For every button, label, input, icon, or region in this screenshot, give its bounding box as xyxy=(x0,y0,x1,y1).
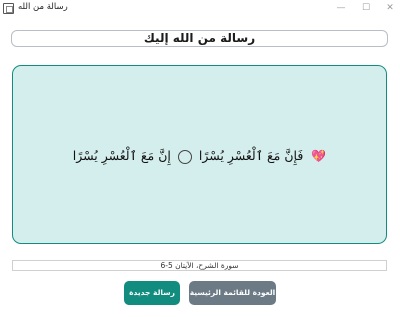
maximize-button[interactable]: ☐ xyxy=(358,1,374,15)
verse-text: 💖 فَإِنَّ مَعَ ٱلْعُسْرِ يُسْرًا إِنَّ م… xyxy=(13,145,386,167)
verse-source: سورة الشرح، الآيتان 5-6 xyxy=(160,261,239,270)
app-icon xyxy=(3,3,14,14)
header-box: رسالة من الله إليك xyxy=(11,30,388,47)
heart-icon: 💖 xyxy=(311,149,327,163)
new-message-button[interactable]: رسالة جديدة xyxy=(124,281,180,305)
app-window: رسالة من الله — ☐ ✕ رسالة من الله إليك 💖… xyxy=(0,0,400,317)
verse-part-2: إِنَّ مَعَ ٱلْعُسْرِ يُسْرًا xyxy=(72,148,171,163)
page-title: رسالة من الله إليك xyxy=(143,31,256,45)
minimize-button[interactable]: — xyxy=(333,1,349,15)
close-button[interactable]: ✕ xyxy=(382,1,398,15)
verse-panel: 💖 فَإِنَّ مَعَ ٱلْعُسْرِ يُسْرًا إِنَّ م… xyxy=(12,65,387,244)
title-bar: رسالة من الله — ☐ ✕ xyxy=(0,0,400,18)
source-box: سورة الشرح، الآيتان 5-6 xyxy=(12,260,387,271)
back-to-main-menu-button[interactable]: العودة للقائمة الرئيسية xyxy=(189,281,276,305)
window-title: رسالة من الله xyxy=(18,2,68,12)
verse-part-1: فَإِنَّ مَعَ ٱلْعُسْرِ يُسْرًا xyxy=(198,148,304,163)
ayah-end-marker xyxy=(177,149,192,164)
